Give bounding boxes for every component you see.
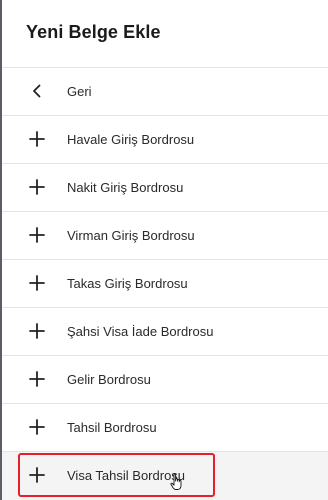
panel-header: Yeni Belge Ekle — [2, 0, 328, 68]
menu-item-label: Gelir Bordrosu — [67, 372, 151, 387]
document-type-menu: Geri Havale Giriş Bordrosu Nakit Giriş B… — [2, 68, 328, 500]
menu-item-label: Şahsi Visa İade Bordrosu — [67, 324, 214, 339]
menu-item-label: Visa Tahsil Bordrosu — [67, 468, 186, 483]
menu-item-sahsi-visa-iade-bordrosu[interactable]: Şahsi Visa İade Bordrosu — [2, 308, 328, 356]
plus-icon — [28, 130, 46, 148]
chevron-left-icon — [28, 82, 46, 100]
menu-item-nakit-giris-bordrosu[interactable]: Nakit Giriş Bordrosu — [2, 164, 328, 212]
plus-icon — [28, 226, 46, 244]
page-title: Yeni Belge Ekle — [26, 22, 161, 42]
menu-item-visa-tahsil-bordrosu[interactable]: Visa Tahsil Bordrosu — [2, 452, 328, 500]
menu-item-takas-giris-bordrosu[interactable]: Takas Giriş Bordrosu — [2, 260, 328, 308]
plus-icon — [28, 322, 46, 340]
menu-item-virman-giris-bordrosu[interactable]: Virman Giriş Bordrosu — [2, 212, 328, 260]
back-label: Geri — [67, 84, 92, 99]
menu-item-label: Havale Giriş Bordrosu — [67, 132, 195, 147]
plus-icon — [28, 274, 46, 292]
back-button[interactable]: Geri — [2, 68, 328, 116]
plus-icon — [28, 178, 46, 196]
menu-item-label: Nakit Giriş Bordrosu — [67, 180, 184, 195]
menu-item-label: Takas Giriş Bordrosu — [67, 276, 188, 291]
plus-icon — [28, 466, 46, 484]
new-document-panel: Yeni Belge Ekle Geri Havale Giriş Bordro… — [0, 0, 328, 500]
menu-item-label: Tahsil Bordrosu — [67, 420, 157, 435]
menu-item-gelir-bordrosu[interactable]: Gelir Bordrosu — [2, 356, 328, 404]
menu-item-havale-giris-bordrosu[interactable]: Havale Giriş Bordrosu — [2, 116, 328, 164]
plus-icon — [28, 418, 46, 436]
plus-icon — [28, 370, 46, 388]
menu-item-label: Virman Giriş Bordrosu — [67, 228, 195, 243]
menu-item-tahsil-bordrosu[interactable]: Tahsil Bordrosu — [2, 404, 328, 452]
